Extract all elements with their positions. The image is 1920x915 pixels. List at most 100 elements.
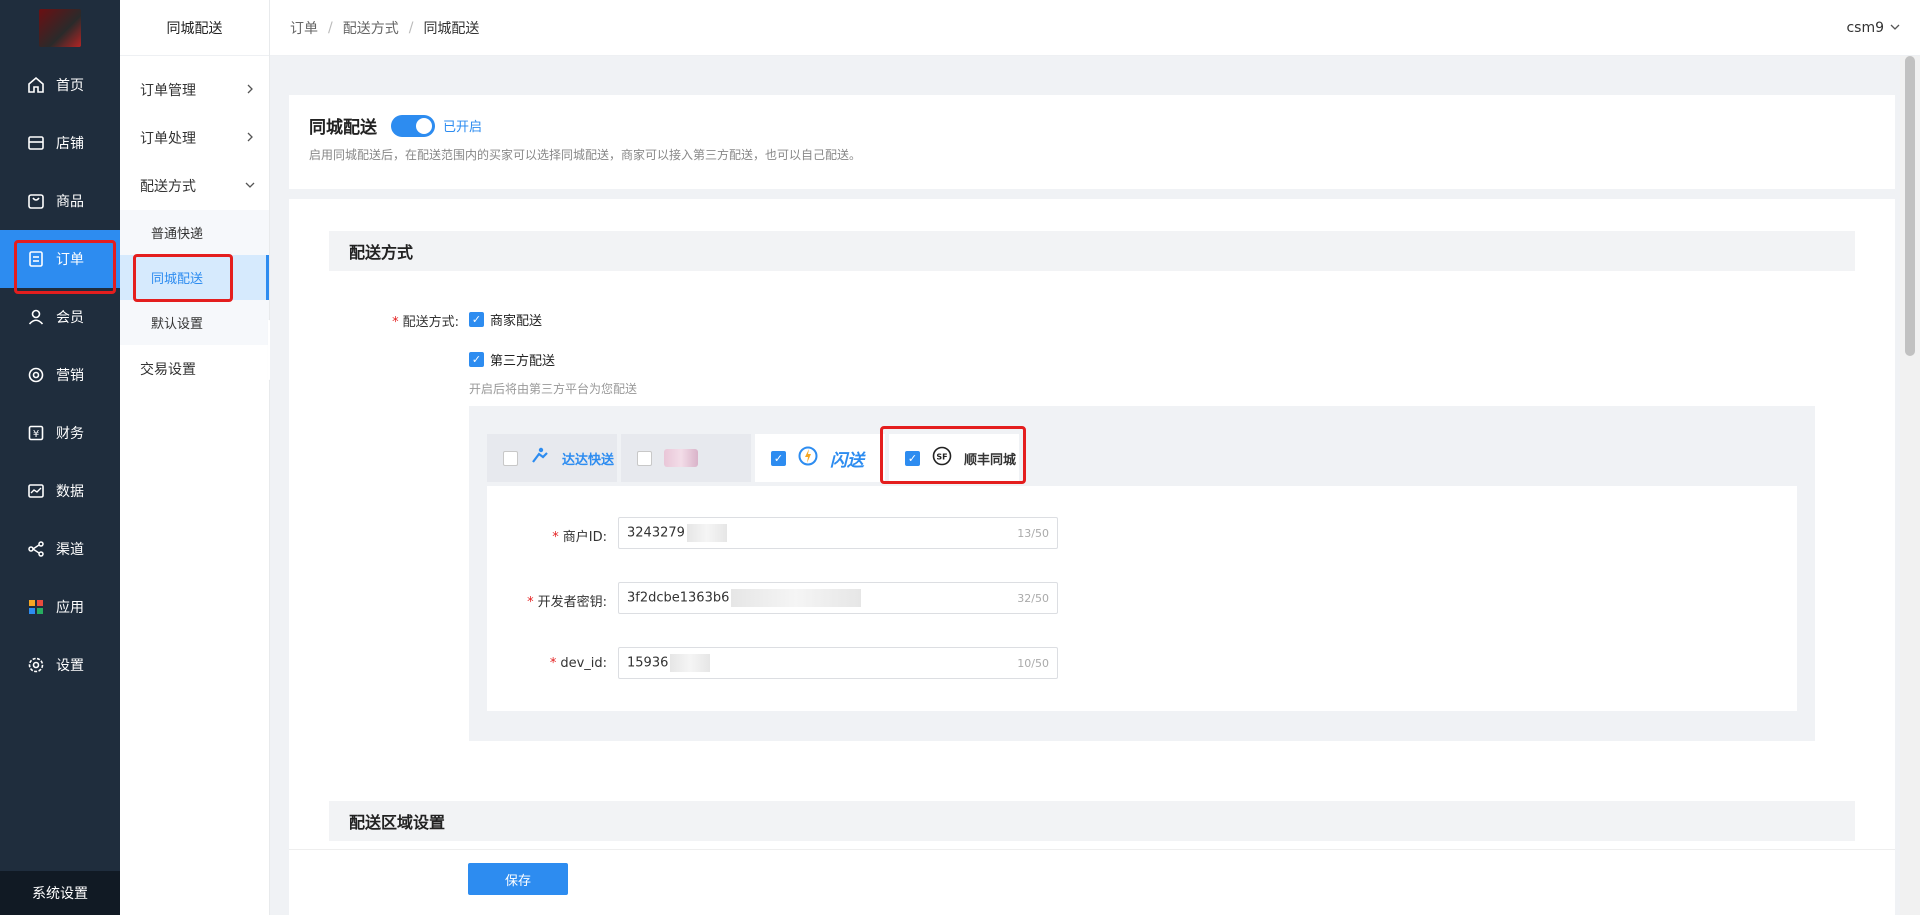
nav-goods-label: 商品	[56, 194, 84, 210]
breadcrumb-separator: /	[408, 19, 414, 36]
nav-channel-label: 渠道	[56, 542, 84, 558]
third-party-hint: 开启后将由第三方平台为您配送	[469, 382, 638, 396]
subnav-order-manage-label: 订单管理	[140, 83, 196, 99]
chevron-down-icon	[245, 178, 255, 194]
user-menu[interactable]: csm9	[1846, 20, 1900, 36]
dev-secret-input[interactable]: 3f2dcbe1363b6 32/50	[618, 582, 1058, 614]
blurred-logo-icon	[664, 449, 698, 467]
svg-text:SF: SF	[936, 453, 947, 462]
checkbox-unchecked-icon[interactable]	[637, 450, 652, 466]
username: csm9	[1846, 19, 1884, 36]
nav-home[interactable]: 首页	[0, 56, 120, 114]
breadcrumb-separator: /	[328, 19, 333, 36]
apps-icon	[26, 597, 46, 617]
required-mark: *	[552, 530, 559, 545]
breadcrumb-item[interactable]: 订单	[290, 18, 318, 38]
system-settings-button[interactable]: 系统设置	[0, 871, 120, 915]
nav-finance[interactable]: ¥ 财务	[0, 404, 120, 462]
breadcrumb-item[interactable]: 配送方式	[343, 18, 399, 38]
section-delivery-area: 配送区域设置	[329, 801, 1855, 841]
required-mark: *	[549, 656, 557, 671]
third-party-delivery-checkbox[interactable]: ✓ 第三方配送	[469, 350, 555, 369]
sf-config-form: * 商户ID: 3243279 13/50 * 开发者密钥: 3f2dcbe1363…	[487, 486, 1797, 711]
subnav-delivery-method-label: 配送方式	[140, 179, 196, 195]
scrollbar[interactable]	[1900, 56, 1920, 915]
nav-data[interactable]: 数据	[0, 462, 120, 520]
subnav-normal-express[interactable]: 普通快递	[120, 210, 269, 255]
sub-sidebar: 同城配送 订单管理 订单处理 配送方式 普通快递 同城配送 默认设置 交易设置	[120, 0, 270, 915]
subnav-same-city[interactable]: 同城配送	[120, 255, 269, 300]
subnav-order-manage[interactable]: 订单管理	[120, 66, 269, 114]
provider-tab-sf[interactable]: ✓ SF 顺丰同城	[889, 434, 1019, 482]
required-mark: *	[392, 315, 399, 330]
sub-sidebar-title: 同城配送	[120, 0, 269, 56]
merchant-id-input[interactable]: 3243279 13/50	[618, 517, 1058, 549]
dev-secret-count: 32/50	[1017, 591, 1049, 605]
chevron-right-icon	[245, 82, 255, 98]
nav-channel[interactable]: 渠道	[0, 520, 120, 578]
nav-goods[interactable]: 商品	[0, 172, 120, 230]
nav-marketing[interactable]: 营销	[0, 346, 120, 404]
avatar[interactable]	[39, 9, 81, 47]
merchant-delivery-checkbox[interactable]: ✓ 商家配送	[469, 310, 542, 329]
marketing-icon	[26, 365, 46, 385]
settings-icon	[26, 655, 46, 675]
merchant-id-label: * 商户ID:	[487, 526, 607, 545]
checkbox-checked-icon: ✓	[469, 352, 484, 367]
nav-member-label: 会员	[56, 310, 84, 326]
dev-id-count: 10/50	[1017, 656, 1049, 670]
sf-logo-icon: SF	[932, 446, 952, 470]
checkbox-checked-icon: ✓	[469, 312, 484, 327]
merchant-id-label-text: 商户ID:	[562, 530, 607, 545]
nav-home-label: 首页	[56, 78, 84, 94]
nav-data-label: 数据	[56, 484, 84, 500]
shansong-logo-icon	[798, 446, 818, 470]
shop-icon	[26, 133, 46, 153]
svg-text:¥: ¥	[33, 429, 39, 440]
required-mark: *	[527, 595, 534, 610]
third-party-delivery-label: 第三方配送	[490, 354, 556, 369]
settings-card: 配送方式 * 配送方式: ✓ 商家配送 ✓ 第三方配送 开启后将由第三方平台为您配…	[289, 199, 1895, 915]
provider-name-sf: 顺丰同城	[964, 452, 1017, 468]
merchant-delivery-label: 商家配送	[490, 314, 543, 329]
save-button[interactable]: 保存	[468, 863, 568, 895]
section-delivery-method: 配送方式	[329, 231, 1855, 271]
subnav-trade-settings-label: 交易设置	[140, 362, 196, 378]
subnav-default-settings[interactable]: 默认设置	[120, 300, 269, 345]
dada-logo-icon	[530, 447, 550, 469]
nav-settings[interactable]: 设置	[0, 636, 120, 694]
data-icon	[26, 481, 46, 501]
toggle-status-label: 已开启	[443, 120, 483, 135]
nav-apps[interactable]: 应用	[0, 578, 120, 636]
goods-icon	[26, 191, 46, 211]
provider-name-dada: 达达快送	[562, 452, 615, 468]
dev-id-value: 15936	[627, 655, 669, 671]
subnav-order-process[interactable]: 订单处理	[120, 114, 269, 162]
provider-tab-dada[interactable]: 达达快送	[487, 434, 617, 482]
nav-shop[interactable]: 店铺	[0, 114, 120, 172]
nav-shop-label: 店铺	[56, 136, 84, 152]
checkbox-checked-icon[interactable]: ✓	[771, 450, 786, 466]
page-title: 同城配送	[309, 118, 377, 138]
scrollbar-thumb[interactable]	[1905, 56, 1915, 356]
nav-member[interactable]: 会员	[0, 288, 120, 346]
checkbox-checked-icon[interactable]: ✓	[905, 450, 920, 466]
subnav-order-process-label: 订单处理	[140, 131, 196, 147]
nav-marketing-label: 营销	[56, 368, 84, 384]
subnav-delivery-method[interactable]: 配送方式	[120, 162, 269, 210]
breadcrumb: 订单 / 配送方式 / 同城配送	[290, 18, 479, 38]
dev-id-label-text: dev_id:	[560, 656, 607, 671]
nav-settings-label: 设置	[56, 658, 84, 674]
user-icon	[26, 307, 46, 327]
provider-tab-shansong[interactable]: ✓ 闪送	[755, 434, 885, 482]
subnav-trade-settings[interactable]: 交易设置	[120, 345, 269, 393]
nav-order[interactable]: 订单	[0, 230, 120, 288]
checkbox-unchecked-icon[interactable]	[503, 450, 518, 466]
dev-id-input[interactable]: 15936 10/50	[618, 647, 1058, 679]
nav-order-label: 订单	[56, 252, 84, 268]
same-city-toggle[interactable]	[391, 114, 435, 137]
provider-tab-unknown[interactable]	[621, 434, 751, 482]
delivery-method-label-text: 配送方式:	[402, 315, 459, 330]
provider-panel: 达达快送 ✓ 闪送 ✓ SF 顺丰同城 * 商户ID: 3243279 13/5…	[469, 406, 1815, 741]
finance-icon: ¥	[26, 423, 46, 443]
